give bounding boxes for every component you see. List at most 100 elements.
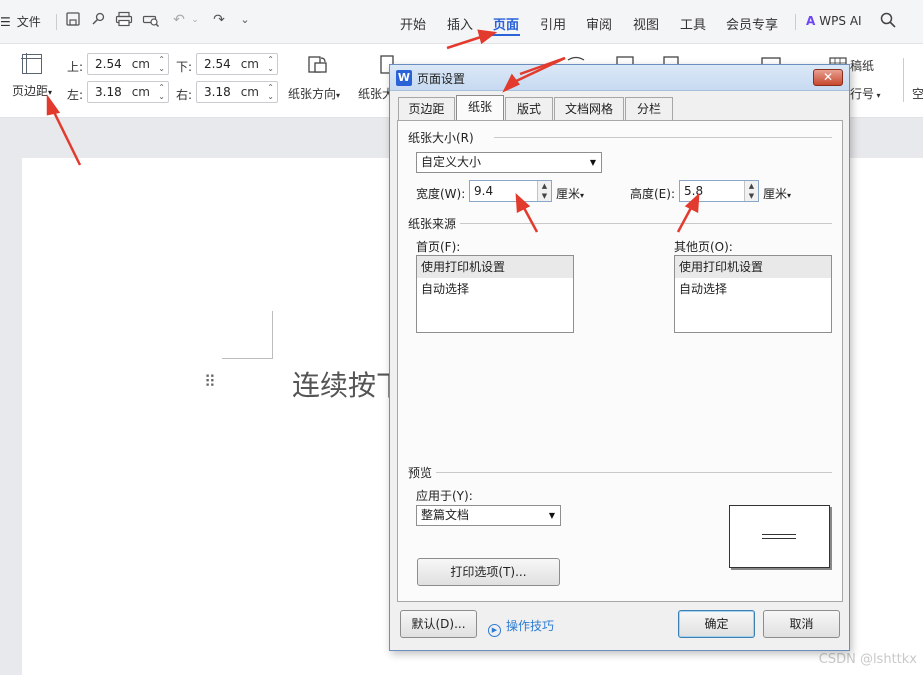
cancel-button[interactable]: 取消 <box>763 610 840 638</box>
dropdown-arrow-icon: ▾ <box>874 91 881 100</box>
dialog-titlebar[interactable]: W 页面设置 ✕ <box>390 65 849 91</box>
margin-crop-mark <box>272 311 273 359</box>
tab-page[interactable]: 页面 <box>493 14 519 33</box>
default-button[interactable]: 默认(D)... <box>400 610 477 638</box>
paper-tab-panel: 纸张大小(R) 自定义大小 ▼ 宽度(W): 9.4 ▲ ▼ 厘米▾ 高度(E):… <box>397 120 843 602</box>
group-divider <box>460 223 832 224</box>
unit-label: cm <box>131 85 150 99</box>
search-icon[interactable] <box>880 12 896 32</box>
top-margin-input[interactable]: 2.54 cm ⌃ ⌄ <box>87 53 169 75</box>
format-painter-icon[interactable] <box>89 11 107 29</box>
apply-to-select[interactable]: 整篇文档 ▼ <box>416 505 561 526</box>
first-page-source-list[interactable]: 使用打印机设置 自动选择 <box>416 255 574 333</box>
bottom-margin-input[interactable]: 2.54 cm ⌃ ⌄ <box>196 53 278 75</box>
unit-label: 厘米 <box>763 187 788 201</box>
wps-ai-button[interactable]: A WPS AI <box>806 14 862 28</box>
left-margin-input[interactable]: 3.18 cm ⌃ ⌄ <box>87 81 169 103</box>
width-unit-dropdown[interactable]: 厘米▾ <box>556 185 584 202</box>
tab-review[interactable]: 审阅 <box>586 14 612 33</box>
group-divider <box>436 472 832 473</box>
document-text[interactable]: 连续按下 <box>292 364 404 404</box>
bottom-margin-label: 下: <box>176 60 193 74</box>
tab-document-grid[interactable]: 文档网格 <box>554 97 624 120</box>
file-menu[interactable]: ☰ 文件 <box>0 13 41 30</box>
width-input[interactable]: 9.4 ▲ ▼ <box>469 180 552 202</box>
width-value: 9.4 <box>474 184 494 198</box>
preview-group-label: 预览 <box>408 466 433 480</box>
first-page-label: 首页(F): <box>416 240 461 254</box>
apply-to-label: 应用于(Y): <box>416 489 473 503</box>
tab-tools[interactable]: 工具 <box>680 14 706 33</box>
orientation-button[interactable]: 纸张方向▾ <box>288 85 340 102</box>
page-preview <box>729 505 830 568</box>
tab-start[interactable]: 开始 <box>400 14 426 33</box>
spinner-icon[interactable]: ⌃ ⌄ <box>267 83 274 101</box>
height-unit-dropdown[interactable]: 厘米▾ <box>763 185 791 202</box>
file-menu-label: 文件 <box>16 15 41 29</box>
width-spinner-icon[interactable]: ▲ ▼ <box>537 181 551 201</box>
dropdown-arrow-icon: ▾ <box>48 88 53 97</box>
paper-size-value: 自定义大小 <box>421 155 482 169</box>
tab-insert[interactable]: 插入 <box>447 14 473 33</box>
undo-dropdown-icon[interactable]: ⌄ <box>186 11 204 29</box>
list-item[interactable]: 自动选择 <box>675 278 831 300</box>
paper-size-select[interactable]: 自定义大小 ▼ <box>416 152 602 173</box>
tab-columns[interactable]: 分栏 <box>625 97 673 120</box>
spinner-icon[interactable]: ⌃ ⌄ <box>267 55 274 73</box>
tab-paper[interactable]: 纸张 <box>456 95 504 120</box>
draft-paper-button[interactable]: 稿纸 <box>850 57 874 74</box>
orientation-icon <box>306 54 328 76</box>
play-icon: ▶ <box>488 624 501 637</box>
tab-margins[interactable]: 页边距 <box>398 97 455 120</box>
print-options-button[interactable]: 打印选项(T)... <box>417 558 560 586</box>
ok-button[interactable]: 确定 <box>678 610 755 638</box>
tab-reference[interactable]: 引用 <box>540 14 566 33</box>
unit-label: 厘米 <box>556 187 581 201</box>
margins-button[interactable]: 页边距▾ <box>8 52 56 99</box>
spinner-icon[interactable]: ⌃ ⌄ <box>158 83 165 101</box>
tab-membership[interactable]: 会员专享 <box>726 14 778 33</box>
right-margin-input[interactable]: 3.18 cm ⌃ ⌄ <box>196 81 278 103</box>
active-tab-indicator <box>492 34 520 36</box>
right-margin-value: 3.18 <box>204 85 231 99</box>
wps-ai-icon: A <box>806 14 816 28</box>
tab-layout[interactable]: 版式 <box>505 97 553 120</box>
list-item[interactable]: 自动选择 <box>417 278 573 300</box>
dropdown-arrow-icon: ▾ <box>580 191 585 200</box>
margins-icon <box>21 53 42 74</box>
more-dropdown-icon[interactable]: ⌄ <box>236 11 254 29</box>
tips-link[interactable]: ▶ 操作技巧 <box>488 617 554 637</box>
redo-icon[interactable]: ↷ <box>210 11 228 29</box>
close-icon: ✕ <box>822 70 834 84</box>
height-label: 高度(E): <box>630 187 675 201</box>
print-preview-icon[interactable] <box>142 11 160 29</box>
margin-crop-mark <box>222 358 273 359</box>
other-pages-source-list[interactable]: 使用打印机设置 自动选择 <box>674 255 832 333</box>
bottom-margin-value: 2.54 <box>204 57 231 71</box>
list-item[interactable]: 使用打印机设置 <box>675 256 831 278</box>
save-icon[interactable] <box>64 11 82 29</box>
paper-size-group-label: 纸张大小(R) <box>408 131 474 145</box>
drag-handle-icon[interactable]: ⠿ <box>204 372 216 391</box>
print-icon[interactable] <box>115 11 133 29</box>
close-button[interactable]: ✕ <box>813 69 843 86</box>
height-value: 5.8 <box>684 184 704 198</box>
menubar-separator <box>795 14 796 30</box>
list-item[interactable]: 使用打印机设置 <box>417 256 573 278</box>
preview-text-line <box>762 538 796 539</box>
ribbon-separator <box>903 58 904 102</box>
dropdown-arrow-icon: ▼ <box>548 511 556 520</box>
unit-label: cm <box>240 57 259 71</box>
dropdown-arrow-icon: ▾ <box>336 91 341 100</box>
height-spinner-icon[interactable]: ▲ ▼ <box>744 181 758 201</box>
spinner-icon[interactable]: ⌃ ⌄ <box>158 55 165 73</box>
height-input[interactable]: 5.8 ▲ ▼ <box>679 180 759 202</box>
width-label: 宽度(W): <box>416 187 466 201</box>
wps-logo-icon: W <box>396 70 412 86</box>
top-menubar: ☰ 文件 ↶ ⌄ ↷ ⌄ 开始 插入 页面 引用 审阅 视图 工具 会员专享 AW… <box>0 0 923 44</box>
preview-text-line <box>762 534 796 535</box>
ribbon-partial-button[interactable]: 空 <box>912 85 923 102</box>
left-margin-label: 左: <box>67 88 84 102</box>
tab-view[interactable]: 视图 <box>633 14 659 33</box>
group-divider <box>494 137 832 138</box>
